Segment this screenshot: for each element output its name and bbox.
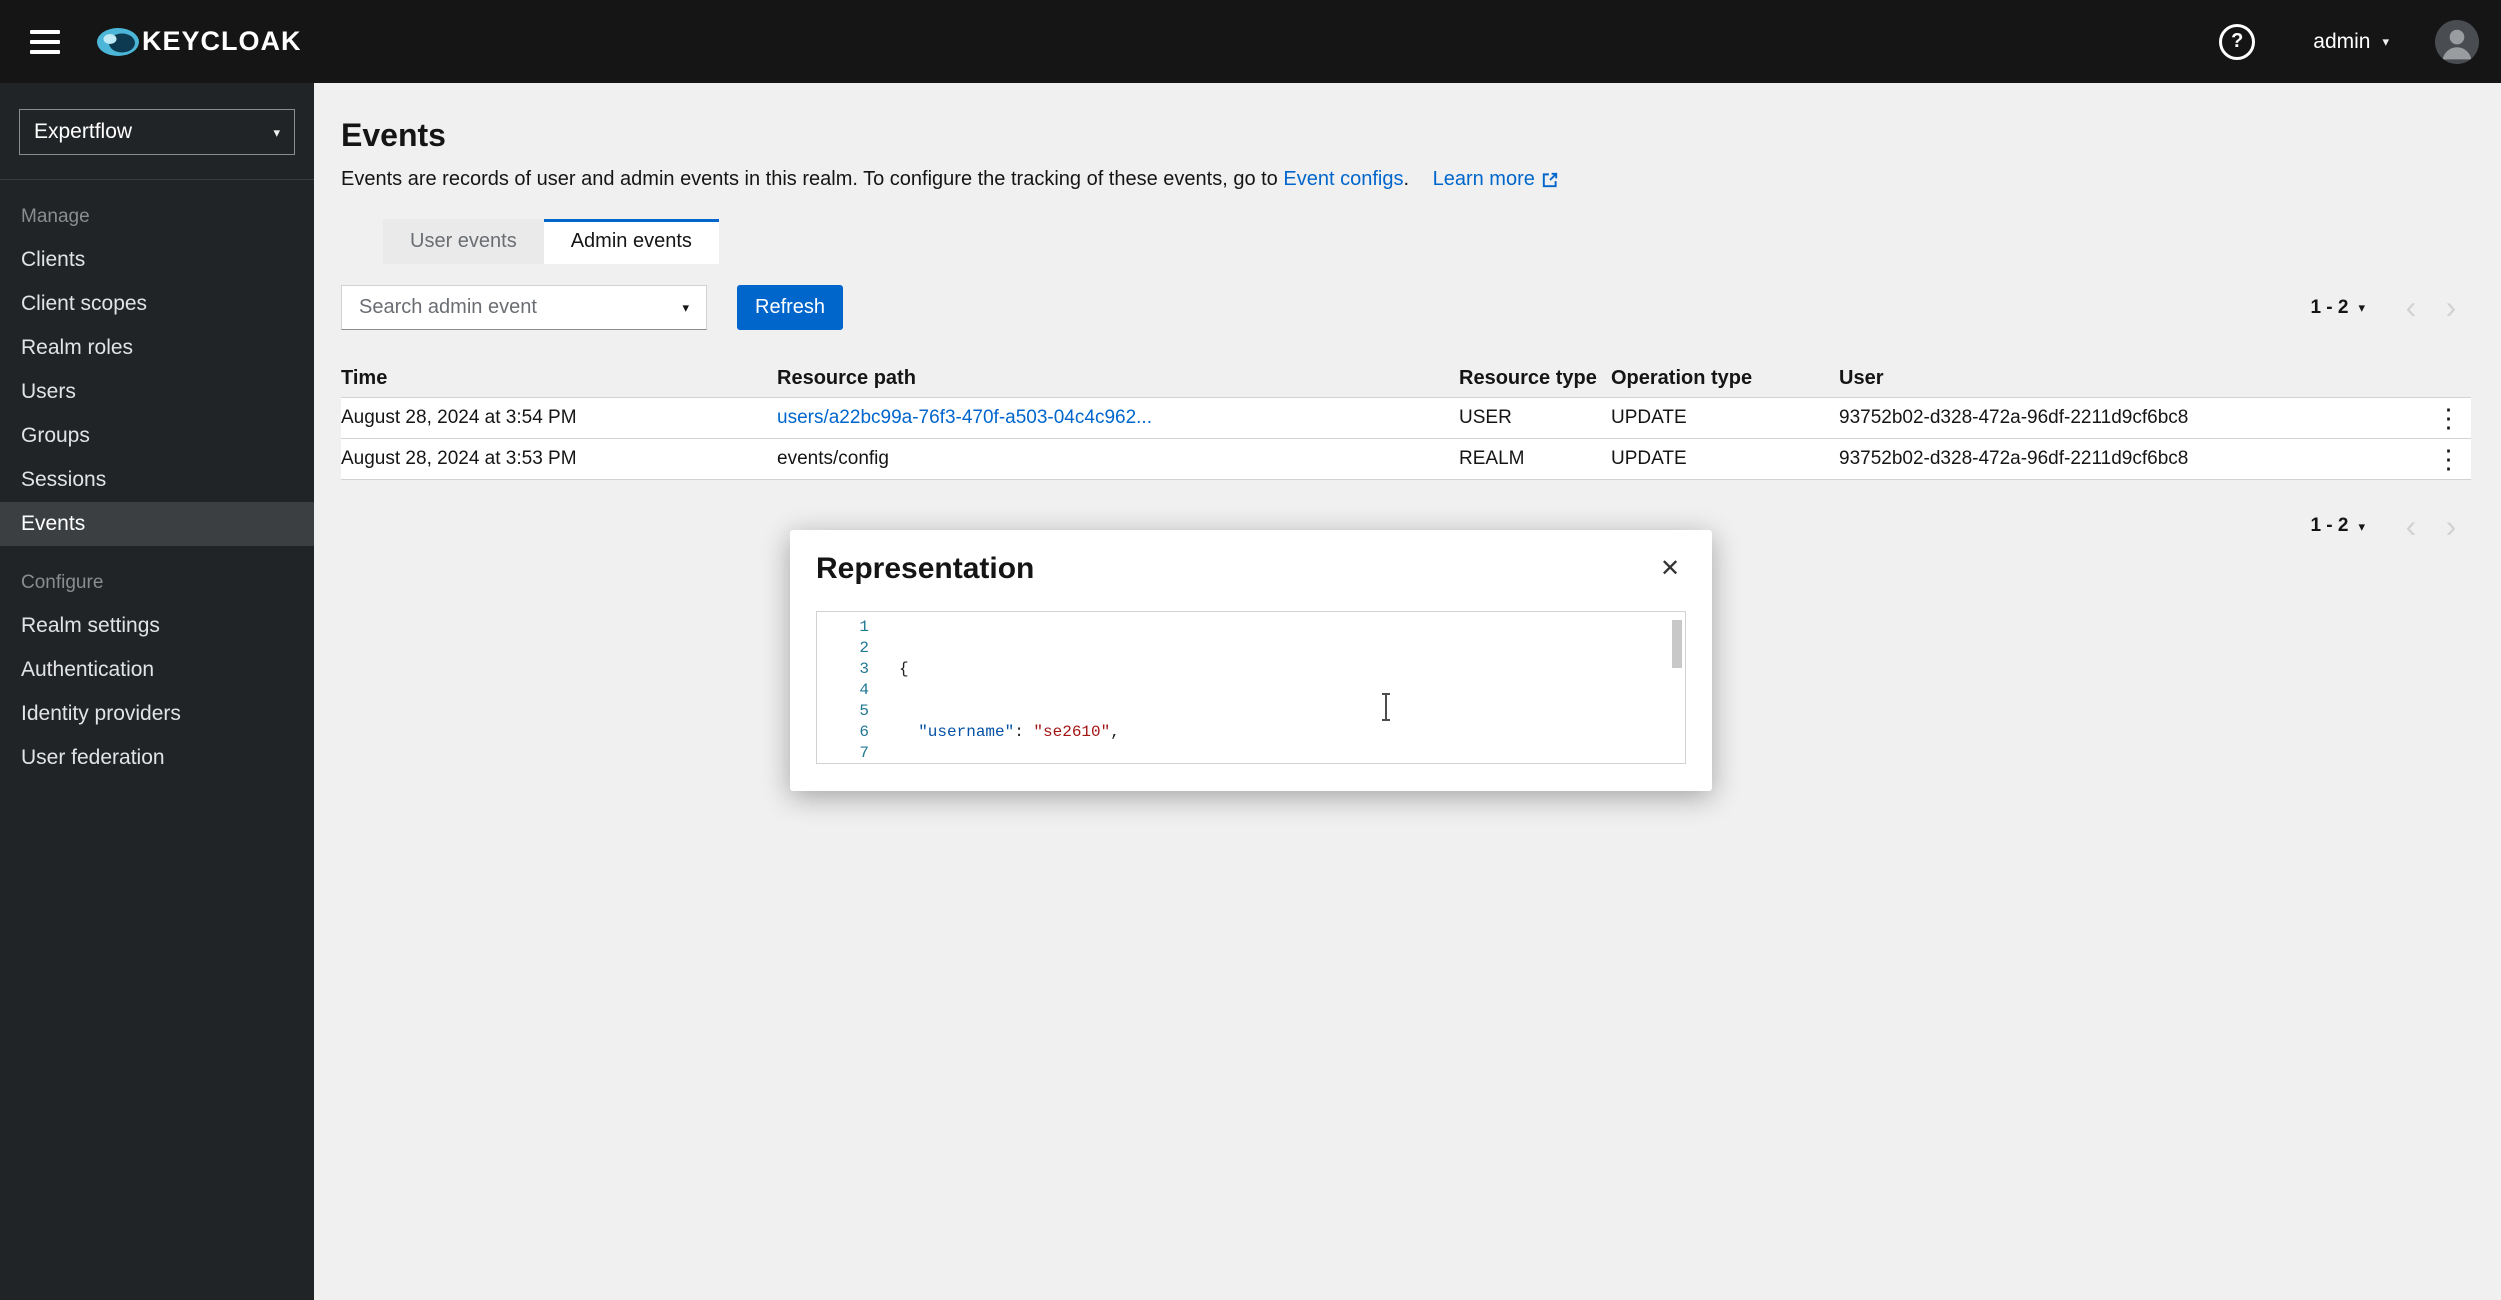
cell-operation-type: UPDATE <box>1611 448 1839 470</box>
cell-resource-type: USER <box>1459 407 1611 429</box>
scrollbar-thumb[interactable] <box>1672 620 1682 668</box>
previous-page-button[interactable]: ‹ <box>2391 506 2431 546</box>
search-admin-event-select[interactable]: Search admin event ▾ <box>341 285 707 330</box>
help-glyph: ? <box>2231 30 2243 53</box>
topbar-actions: ? admin ▾ <box>2219 20 2501 64</box>
realm-selector-value: Expertflow <box>34 120 132 144</box>
pagination-range[interactable]: 1 - 2 <box>2310 515 2348 537</box>
code-content: { "username": "se2610", "enabled": true,… <box>881 612 1685 763</box>
kebab-menu-icon[interactable]: ⋮ <box>2436 446 2462 472</box>
avatar-person-icon <box>2435 20 2479 64</box>
top-bar: KEYCLOAK ? admin ▾ <box>0 0 2501 83</box>
resource-path-link[interactable]: users/a22bc99a-76f3-470f-a503-04c4c962..… <box>777 407 1459 429</box>
sidebar-item-client-scopes[interactable]: Client scopes <box>0 282 314 326</box>
keycloak-logo: KEYCLOAK <box>94 20 302 64</box>
line-number: 1 <box>817 617 869 638</box>
tab-admin-events[interactable]: Admin events <box>544 219 719 264</box>
keycloak-logo-icon <box>94 20 146 64</box>
sidebar-item-authentication[interactable]: Authentication <box>0 648 314 692</box>
page-title: Events <box>341 117 2471 154</box>
line-number: 6 <box>817 722 869 743</box>
sidebar-item-groups[interactable]: Groups <box>0 414 314 458</box>
chevron-down-icon: ▾ <box>2382 35 2389 48</box>
main-content: Events Events are records of user and ad… <box>314 83 2501 546</box>
table-header-row: Time Resource path Resource type Operati… <box>341 359 2471 398</box>
column-header-resource-type: Resource type <box>1459 367 1611 390</box>
line-number: 7 <box>817 743 869 764</box>
learn-more-link[interactable]: Learn more <box>1433 168 1559 191</box>
sidebar-item-events[interactable]: Events <box>0 502 314 546</box>
nav-section-manage: Manage Clients Client scopes Realm roles… <box>0 206 314 546</box>
tab-user-events[interactable]: User events <box>383 219 544 264</box>
column-header-resource-path: Resource path <box>777 367 1459 390</box>
cell-user: 93752b02-d328-472a-96df-2211d9cf6bc8 <box>1839 407 2426 429</box>
close-icon[interactable]: ✕ <box>1650 548 1690 588</box>
next-page-button[interactable]: › <box>2431 288 2471 328</box>
code-line: "username": "se2610", <box>899 722 1685 743</box>
cell-resource-type: REALM <box>1459 448 1611 470</box>
line-number: 2 <box>817 638 869 659</box>
realm-selector[interactable]: Expertflow ▾ <box>19 109 295 155</box>
line-number: 4 <box>817 680 869 701</box>
column-header-time: Time <box>341 367 777 390</box>
sidebar-item-identity-providers[interactable]: Identity providers <box>0 692 314 736</box>
line-number: 3 <box>817 659 869 680</box>
tabs: User events Admin events <box>383 219 2471 264</box>
toolbar: Search admin event ▾ Refresh 1 - 2 ▾ ‹ › <box>341 285 2471 330</box>
pagination-bottom: 1 - 2 ▾ ‹ › <box>2310 506 2471 546</box>
search-placeholder: Search admin event <box>359 296 537 319</box>
code-line: { <box>899 659 1685 680</box>
representation-modal: Representation ✕ 1 2 3 4 5 6 7 { "userna… <box>790 530 1712 791</box>
refresh-button[interactable]: Refresh <box>737 285 843 330</box>
sidebar-item-realm-settings[interactable]: Realm settings <box>0 604 314 648</box>
nav-section-configure: Configure Realm settings Authentication … <box>0 572 314 780</box>
pagination-range[interactable]: 1 - 2 <box>2310 297 2348 319</box>
learn-more-label: Learn more <box>1433 168 1535 191</box>
table-row: August 28, 2024 at 3:53 PM events/config… <box>341 439 2471 480</box>
modal-title: Representation <box>816 552 1034 586</box>
page-description: Events are records of user and admin eve… <box>341 168 2471 191</box>
user-menu[interactable]: admin ▾ <box>2313 30 2389 54</box>
cell-operation-type: UPDATE <box>1611 407 1839 429</box>
nav-section-title: Configure <box>21 572 314 594</box>
realm-selector-wrap: Expertflow ▾ <box>0 83 314 180</box>
cell-time: August 28, 2024 at 3:53 PM <box>341 448 777 470</box>
brand-wordmark: KEYCLOAK <box>142 26 302 57</box>
line-number: 5 <box>817 701 869 722</box>
cell-resource-path: events/config <box>777 448 1459 470</box>
code-editor[interactable]: 1 2 3 4 5 6 7 { "username": "se2610", "e… <box>816 611 1686 764</box>
chevron-down-icon: ▾ <box>682 301 689 314</box>
pagination-top: 1 - 2 ▾ ‹ › <box>2310 288 2471 328</box>
column-header-user: User <box>1839 367 2426 390</box>
chevron-down-icon[interactable]: ▾ <box>2358 301 2365 314</box>
previous-page-button[interactable]: ‹ <box>2391 288 2431 328</box>
cell-time: August 28, 2024 at 3:54 PM <box>341 407 777 429</box>
avatar[interactable] <box>2435 20 2479 64</box>
description-text: Events are records of user and admin eve… <box>341 168 1283 190</box>
chevron-down-icon[interactable]: ▾ <box>2358 520 2365 533</box>
sidebar-item-realm-roles[interactable]: Realm roles <box>0 326 314 370</box>
user-menu-label: admin <box>2313 30 2370 54</box>
column-header-operation-type: Operation type <box>1611 367 1839 390</box>
line-numbers: 1 2 3 4 5 6 7 <box>817 612 881 763</box>
text-cursor-icon <box>1378 692 1394 722</box>
sidebar-item-user-federation[interactable]: User federation <box>0 736 314 780</box>
next-page-button[interactable]: › <box>2431 506 2471 546</box>
table-row: August 28, 2024 at 3:54 PM users/a22bc99… <box>341 398 2471 439</box>
cell-user: 93752b02-d328-472a-96df-2211d9cf6bc8 <box>1839 448 2426 470</box>
sidebar-item-sessions[interactable]: Sessions <box>0 458 314 502</box>
sidebar-item-clients[interactable]: Clients <box>0 238 314 282</box>
event-configs-link[interactable]: Event configs <box>1283 168 1403 190</box>
sidebar: Expertflow ▾ Manage Clients Client scope… <box>0 83 314 1300</box>
kebab-menu-icon[interactable]: ⋮ <box>2436 405 2462 431</box>
help-icon[interactable]: ? <box>2219 24 2255 60</box>
external-link-icon <box>1541 171 1559 189</box>
nav-toggle-icon[interactable] <box>22 22 68 62</box>
description-period: . <box>1403 168 1409 190</box>
sidebar-item-users[interactable]: Users <box>0 370 314 414</box>
chevron-down-icon: ▾ <box>273 126 280 139</box>
nav-section-title: Manage <box>21 206 314 228</box>
admin-events-table: Time Resource path Resource type Operati… <box>341 359 2471 480</box>
